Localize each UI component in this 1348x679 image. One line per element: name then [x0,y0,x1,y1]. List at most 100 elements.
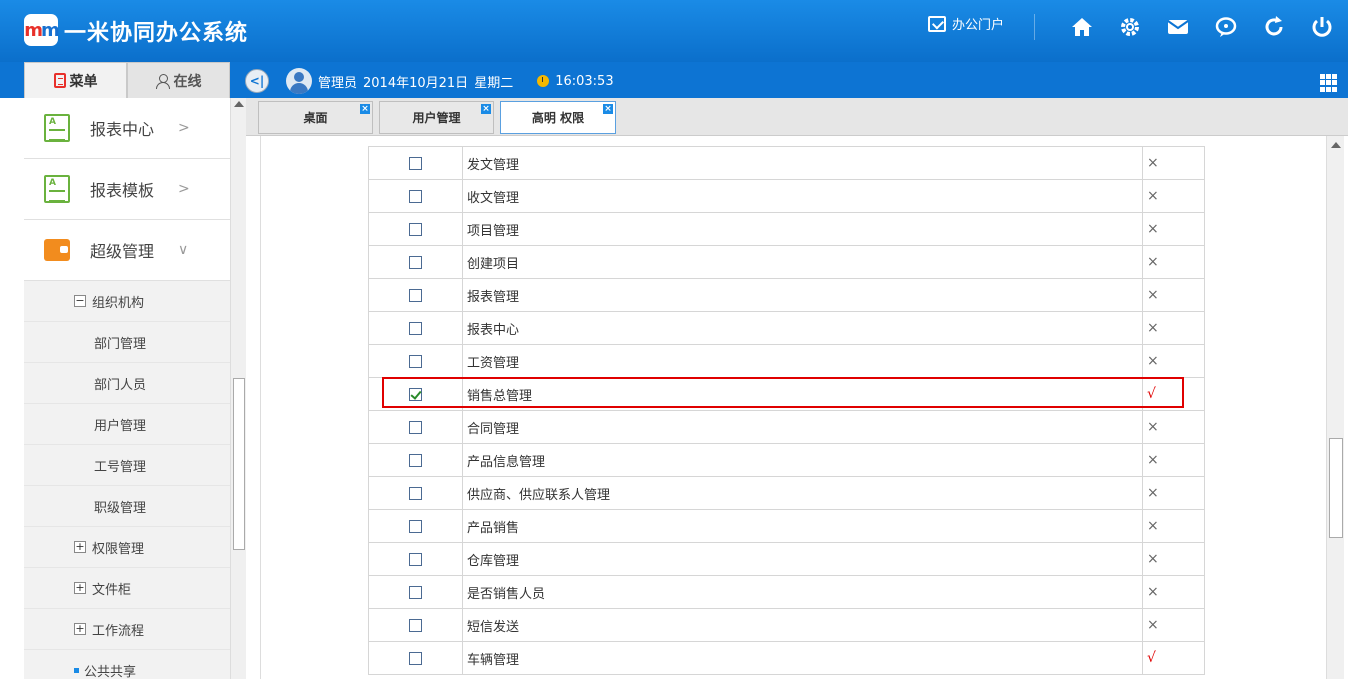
table-row: 产品销售 × [368,509,1205,543]
permission-checkbox[interactable] [409,519,422,533]
permission-checkbox[interactable] [409,486,422,500]
permission-checkbox[interactable] [409,189,422,203]
sidebar-item-report-center[interactable]: 报表中心 > [24,98,230,159]
chevron-right-icon: > [178,181,190,197]
tree-item-dept-manage[interactable]: 部门管理 [24,322,230,363]
checkbox-cell [368,575,463,609]
tree-node-public-share[interactable]: 公共共享 [24,650,230,679]
checkbox-cell [368,608,463,642]
permission-checkbox[interactable] [409,156,422,170]
current-time: 16:03:53 [555,73,614,89]
permission-status: × [1142,443,1205,477]
permission-status: × [1142,608,1205,642]
close-icon[interactable]: × [481,104,491,114]
permission-status: × [1142,278,1205,312]
scroll-up-icon[interactable] [234,101,244,107]
refresh-icon[interactable] [1250,12,1298,42]
tab-menu[interactable]: 菜单 [24,62,127,98]
tree-item-label: 用户管理 [94,418,147,434]
message-icon[interactable] [1202,12,1250,42]
tree-node-file-cabinet[interactable]: + 文件柜 [24,568,230,609]
checkbox-cell [368,278,463,312]
permission-name: 合同管理 [462,410,1143,444]
sidebar-scrollbar[interactable] [230,98,246,679]
permission-checkbox[interactable] [409,387,422,401]
mail-icon[interactable] [1154,12,1202,42]
tab-user-manage[interactable]: 用户管理 × [379,101,494,134]
tree-item-dept-staff[interactable]: 部门人员 [24,363,230,404]
power-icon[interactable] [1298,12,1346,42]
table-row: 报表中心 × [368,311,1205,345]
collapse-sidebar-button[interactable]: <| [245,69,269,93]
permission-status: × [1142,344,1205,378]
user-info-bar: 管理员 2014年10月21日 星期二 16:03:53 [286,68,614,94]
permission-checkbox[interactable] [409,552,422,566]
permission-name: 产品销售 [462,509,1143,543]
tab-desktop[interactable]: 桌面 × [258,101,373,134]
tree-node-label: 权限管理 [92,541,145,557]
checkbox-cell [368,146,463,180]
table-row: 报表管理 × [368,278,1205,312]
permission-checkbox[interactable] [409,420,422,434]
tab-online[interactable]: 在线 [127,62,230,98]
table-row: 合同管理 × [368,410,1205,444]
permission-checkbox[interactable] [409,222,422,236]
checkbox-cell [368,443,463,477]
grid-menu-icon[interactable] [1320,74,1338,92]
table-row: 创建项目 × [368,245,1205,279]
permission-name: 车辆管理 [462,641,1143,675]
permission-name: 收文管理 [462,179,1143,213]
tree-node-permission[interactable]: + 权限管理 [24,527,230,568]
permission-checkbox[interactable] [409,321,422,335]
table-row: 收文管理 × [368,179,1205,213]
permission-checkbox[interactable] [409,453,422,467]
expand-plus-icon[interactable]: + [74,541,86,553]
collapse-minus-icon[interactable]: − [74,295,86,307]
permission-checkbox[interactable] [409,618,422,632]
scrollbar-thumb[interactable] [1329,438,1343,538]
permission-name: 报表中心 [462,311,1143,345]
expand-plus-icon[interactable]: + [74,623,86,635]
permission-status: √ [1142,641,1205,675]
sidebar-item-label: 报表模板 [90,181,155,200]
tab-online-label: 在线 [173,73,202,90]
tab-label: 用户管理 [412,111,461,125]
checkbox-cell [368,344,463,378]
tree-node-org[interactable]: − 组织机构 [24,281,230,322]
tree-item-user-manage[interactable]: 用户管理 [24,404,230,445]
tree-item-label: 部门人员 [94,377,147,393]
gear-icon[interactable] [1106,12,1154,42]
logo-letter-2: m [41,19,60,41]
permission-checkbox[interactable] [409,651,422,665]
permission-checkbox[interactable] [409,288,422,302]
office-portal-link[interactable]: 办公门户 [928,14,1004,33]
tree-item-job-number[interactable]: 工号管理 [24,445,230,486]
permission-status: × [1142,179,1205,213]
report-icon [44,175,70,203]
tab-gaoming-permission[interactable]: 高明 权限 × [500,101,616,134]
table-row: 短信发送 × [368,608,1205,642]
scrollbar-thumb[interactable] [233,378,245,550]
tree-node-workflow[interactable]: + 工作流程 [24,609,230,650]
menu-doc-icon [53,73,66,88]
app-header: mm 一米协同办公系统 办公门户 [0,0,1348,62]
scroll-up-icon[interactable] [1331,142,1341,148]
tab-label: 高明 权限 [531,111,585,125]
permission-status: × [1142,212,1205,246]
close-icon[interactable]: × [603,104,613,114]
permission-status: × [1142,509,1205,543]
home-icon[interactable] [1058,12,1106,42]
permission-name: 项目管理 [462,212,1143,246]
sidebar-item-report-template[interactable]: 报表模板 > [24,159,230,220]
permission-checkbox[interactable] [409,585,422,599]
expand-plus-icon[interactable]: + [74,582,86,594]
tree-item-rank-manage[interactable]: 职级管理 [24,486,230,527]
checkbox-cell [368,245,463,279]
permission-checkbox[interactable] [409,255,422,269]
sidebar-item-super-admin[interactable]: 超级管理 ∨ [24,220,230,281]
report-icon [44,114,70,142]
close-icon[interactable]: × [360,104,370,114]
checkbox-cell [368,542,463,576]
main-scrollbar[interactable] [1326,136,1344,679]
permission-checkbox[interactable] [409,354,422,368]
